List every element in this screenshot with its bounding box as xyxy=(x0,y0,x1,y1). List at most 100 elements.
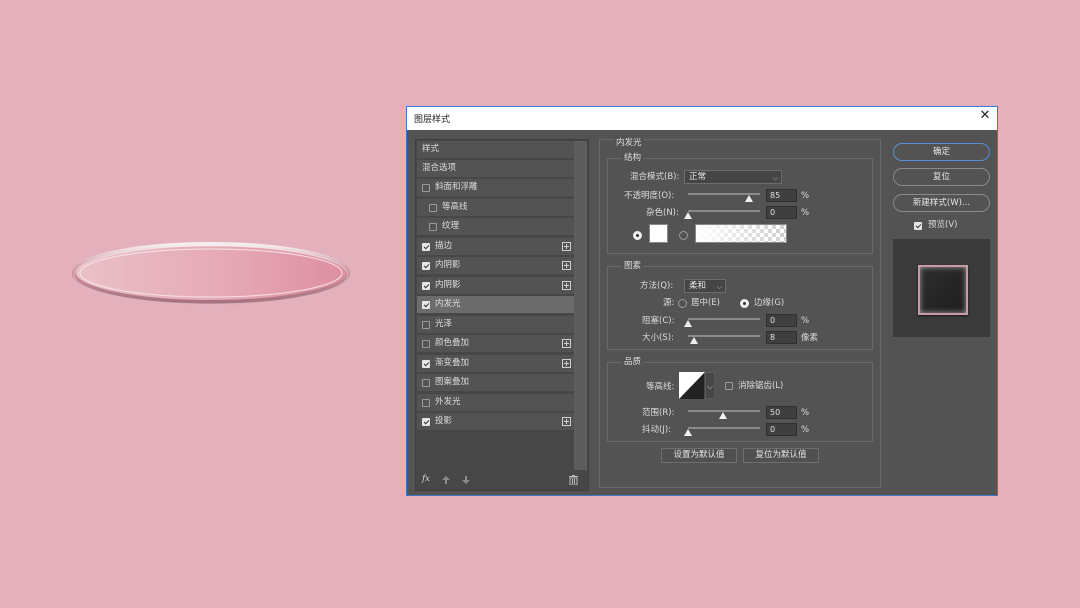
style-checkbox[interactable] xyxy=(429,223,437,231)
style-checkbox[interactable] xyxy=(422,379,430,387)
ok-button[interactable]: 确定 xyxy=(893,143,990,161)
opacity-label: 不透明度(O): xyxy=(624,191,675,201)
inner-glow-panel: 内发光 结构 混合模式(B): 正常 ⌵ 不透明度(O): 85 % 杂色(N)… xyxy=(599,138,881,488)
style-checkbox[interactable] xyxy=(422,184,430,192)
layer-style-dialog: 图层样式 ✕ 样式 混合选项 斜面和浮雕 等高线 纹理 描边 内阴影 内阴影 内发光 光泽 颜色… xyxy=(406,106,998,496)
style-list-item[interactable]: 纹理 xyxy=(417,218,574,236)
source-center-label[interactable]: 居中(E) xyxy=(691,298,720,309)
jitter-unit: % xyxy=(801,425,810,435)
source-center-radio[interactable] xyxy=(678,299,687,308)
gradient-chevron-down-icon[interactable]: ⌵ xyxy=(778,228,783,239)
move-down-icon[interactable] xyxy=(462,476,470,484)
trash-icon[interactable] xyxy=(569,475,578,485)
structure-group: 结构 混合模式(B): 正常 ⌵ 不透明度(O): 85 % 杂色(N): 0 … xyxy=(607,153,873,254)
size-field[interactable]: 8 xyxy=(766,331,797,344)
style-checkbox[interactable] xyxy=(422,242,430,251)
antialias-label[interactable]: 消除锯齿(L) xyxy=(738,381,783,392)
style-list-scrollbar[interactable] xyxy=(574,141,587,471)
size-label: 大小(S): xyxy=(642,333,674,343)
dialog-titlebar: 图层样式 ✕ xyxy=(407,107,997,130)
technique-dropdown[interactable]: 柔和 ⌵ xyxy=(684,279,726,293)
contour-label: 等高线: xyxy=(646,382,675,392)
style-checkbox[interactable] xyxy=(422,301,430,309)
solid-color-radio[interactable] xyxy=(633,231,642,240)
jitter-slider[interactable] xyxy=(688,427,760,429)
style-checkbox[interactable] xyxy=(422,262,430,270)
chevron-down-icon: ⌵ xyxy=(772,174,778,182)
style-checkbox[interactable] xyxy=(422,398,430,407)
glow-gradient-picker[interactable] xyxy=(695,224,787,243)
jitter-field[interactable]: 0 xyxy=(766,423,797,436)
style-list-item-label: 斜面和浮雕 xyxy=(435,182,478,192)
noise-field[interactable]: 0 xyxy=(766,206,797,219)
preview-checkbox[interactable] xyxy=(914,222,922,230)
move-up-icon[interactable] xyxy=(442,476,450,484)
style-preview xyxy=(893,239,990,337)
choke-slider-thumb[interactable] xyxy=(684,320,692,327)
structure-title: 结构 xyxy=(622,153,644,164)
style-list-item-label: 纹理 xyxy=(442,221,460,231)
style-checkbox[interactable] xyxy=(422,418,430,426)
add-effect-plus-icon[interactable] xyxy=(562,339,571,348)
opacity-field[interactable]: 85 xyxy=(766,189,797,202)
reset-button[interactable]: 复位 xyxy=(893,168,990,186)
close-icon[interactable]: ✕ xyxy=(978,109,992,123)
style-list-item[interactable]: 外发光 xyxy=(417,393,574,412)
size-slider-thumb[interactable] xyxy=(690,337,698,344)
style-list-item[interactable]: 内阴影 xyxy=(417,257,574,275)
style-list-item[interactable]: 颜色叠加 xyxy=(417,335,574,353)
style-list-item[interactable]: 斜面和浮雕 xyxy=(417,179,574,197)
add-effect-plus-icon[interactable] xyxy=(562,417,571,426)
choke-slider[interactable] xyxy=(688,318,760,320)
new-style-button[interactable]: 新建样式(W)... xyxy=(893,194,990,212)
style-list-item[interactable]: 投影 xyxy=(417,413,574,431)
style-list-item[interactable]: 光泽 xyxy=(417,315,574,334)
style-list-item[interactable]: 渐变叠加 xyxy=(417,354,574,373)
noise-slider-thumb[interactable] xyxy=(684,212,692,219)
style-list-item[interactable]: 图案叠加 xyxy=(417,374,574,392)
make-default-button[interactable]: 设置为默认值 xyxy=(661,448,737,463)
technique-label: 方法(Q): xyxy=(640,281,674,291)
source-edge-label[interactable]: 边缘(G) xyxy=(754,298,784,309)
style-list-item-label: 颜色叠加 xyxy=(435,338,470,348)
style-checkbox[interactable] xyxy=(422,359,430,368)
add-effect-plus-icon[interactable] xyxy=(562,261,571,270)
noise-slider[interactable] xyxy=(688,210,760,212)
choke-field[interactable]: 0 xyxy=(766,314,797,327)
fx-icon[interactable]: fx xyxy=(422,474,430,485)
add-effect-plus-icon[interactable] xyxy=(562,358,571,368)
contour-picker[interactable]: ⌵ xyxy=(679,372,715,399)
quality-title: 品质 xyxy=(622,357,644,368)
add-effect-plus-icon[interactable] xyxy=(562,241,571,251)
range-slider-thumb[interactable] xyxy=(719,412,727,419)
elements-group: 图素 方法(Q): 柔和 ⌵ 源: 居中(E) 边缘(G) 阻塞(C): 0 %… xyxy=(607,261,873,350)
jitter-slider-thumb[interactable] xyxy=(684,429,692,436)
style-list-item[interactable]: 内阴影 xyxy=(417,276,574,295)
source-edge-radio[interactable] xyxy=(740,299,749,308)
opacity-slider-thumb[interactable] xyxy=(745,195,753,202)
style-list-item[interactable]: 内发光 xyxy=(417,296,574,314)
choke-label: 阻塞(C): xyxy=(642,316,675,326)
style-list-item[interactable]: 描边 xyxy=(417,237,574,256)
add-effect-plus-icon[interactable] xyxy=(562,280,571,290)
style-list-header[interactable]: 样式 xyxy=(417,141,574,159)
gradient-radio[interactable] xyxy=(679,231,688,240)
style-list-item-label: 光泽 xyxy=(435,318,453,329)
antialias-checkbox[interactable] xyxy=(725,382,733,390)
blend-options-item[interactable]: 混合选项 xyxy=(417,160,574,178)
noise-label: 杂色(N): xyxy=(646,208,679,218)
style-checkbox[interactable] xyxy=(429,203,437,212)
reset-default-button[interactable]: 复位为默认值 xyxy=(743,448,819,463)
preview-label[interactable]: 预览(V) xyxy=(928,220,957,231)
range-field[interactable]: 50 xyxy=(766,406,797,419)
style-list-item-label: 图案叠加 xyxy=(435,377,470,387)
size-slider[interactable] xyxy=(688,335,760,337)
style-list-item-label: 等高线 xyxy=(442,201,468,212)
blend-mode-dropdown[interactable]: 正常 ⌵ xyxy=(684,170,782,184)
style-list-item[interactable]: 等高线 xyxy=(417,198,574,217)
glow-color-swatch[interactable] xyxy=(649,224,668,243)
style-list-item-label: 投影 xyxy=(435,416,453,426)
style-checkbox[interactable] xyxy=(422,320,430,329)
style-checkbox[interactable] xyxy=(422,340,430,348)
style-checkbox[interactable] xyxy=(422,281,430,290)
